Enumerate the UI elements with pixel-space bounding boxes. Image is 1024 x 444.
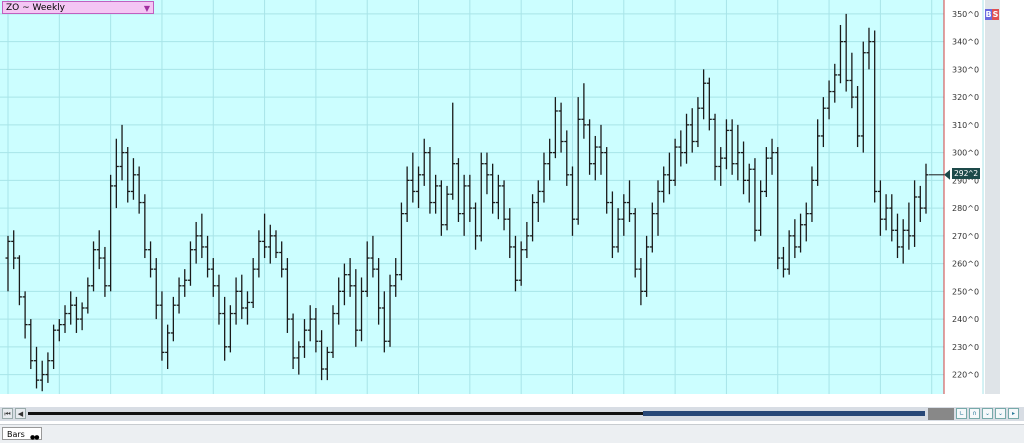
y-tick-label: 350^0 [952,10,979,19]
scroll-left-icon[interactable]: ◀ [15,408,26,419]
scroll-thumb[interactable] [643,411,925,416]
y-tick-label: 250^0 [952,287,979,296]
buy-button[interactable]: B [985,9,992,20]
bottom-tab-bar: Bars ●● [0,424,1024,443]
y-tick-label: 270^0 [952,232,979,241]
scroll-end-block [928,408,954,420]
chevron-down-icon: ▼ [143,4,150,13]
y-tick-label: 320^0 [952,93,979,102]
y-tick-label: 260^0 [952,260,979,269]
y-tick-label: 300^0 [952,149,979,158]
y-tick-label: 220^0 [952,371,979,380]
time-scrollbar[interactable]: ⏮ ◀ ∟ ∩ ⌄ ⌄ ▸ [0,407,1024,421]
plot-area [0,0,944,394]
zoom-in-icon[interactable]: ∩ [969,408,980,419]
symbol-label: ZO ~ Weekly [6,3,65,13]
bars-settings-icon[interactable]: ●● [30,431,40,444]
right-strip [985,0,1000,394]
scroll-first-icon[interactable]: ⏮ [2,408,13,419]
bars-tab-label: Bars [7,430,25,439]
y-tick-label: 230^0 [952,343,979,352]
scroll-right-icon[interactable]: ▸ [1008,408,1019,419]
bars-tab[interactable]: Bars ●● [2,427,42,441]
scroll-down-icon[interactable]: ⌄ [982,408,993,419]
y-tick-label: 340^0 [952,38,979,47]
y-tick-label: 310^0 [952,121,979,130]
y-tick-label: 280^0 [952,204,979,213]
y-tick-label: 240^0 [952,315,979,324]
last-price-label: 292^2 [952,168,980,179]
price-chart[interactable]: MarMayJulSepNov2018MarMayJulSepNov2019Ma… [0,0,1024,442]
sell-button[interactable]: S [992,9,999,20]
collapse-icon[interactable]: ⌄ [995,408,1006,419]
scroll-track[interactable] [28,412,643,415]
y-tick-label: 330^0 [952,65,979,74]
zoom-out-icon[interactable]: ∟ [956,408,967,419]
symbol-selector[interactable]: ZO ~ Weekly ▼ [2,1,154,14]
